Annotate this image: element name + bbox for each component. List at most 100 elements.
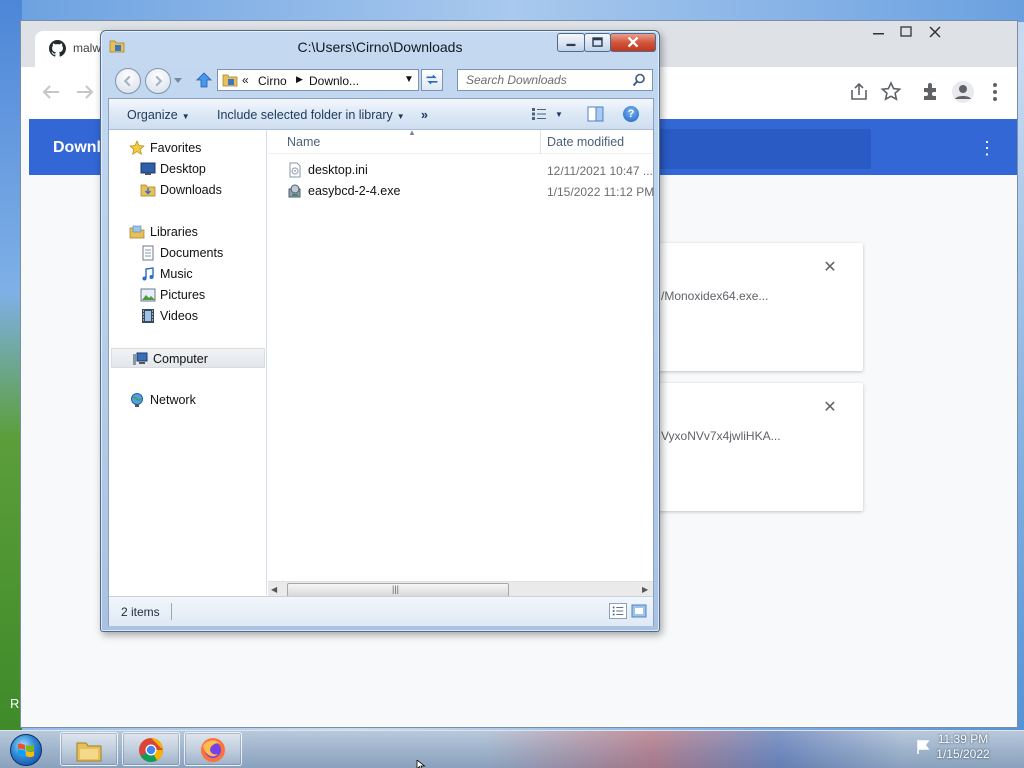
minimize-button[interactable] xyxy=(557,33,585,52)
more-commands-button[interactable]: » xyxy=(421,108,428,122)
file-name: easybcd-2-4.exe xyxy=(308,184,401,198)
breadcrumb-separator-icon[interactable]: ▶ xyxy=(296,74,303,85)
change-view-icon[interactable] xyxy=(531,107,547,121)
download-url[interactable]: VyxoNVv7x4jwliHKA... xyxy=(661,429,781,443)
item-count: 2 items xyxy=(121,605,160,619)
close-icon[interactable]: ✕ xyxy=(821,399,839,417)
network-globe-icon xyxy=(131,393,143,407)
scroll-right-icon[interactable]: ▶ xyxy=(642,585,648,594)
column-header-name[interactable]: Name xyxy=(287,135,320,149)
status-bar: 2 items xyxy=(109,596,653,626)
libraries-icon xyxy=(129,225,145,239)
tree-item-pictures[interactable]: Pictures xyxy=(109,285,265,305)
tree-item-label: Pictures xyxy=(160,288,206,302)
file-date-modified: 1/15/2022 11:12 PM xyxy=(547,185,655,199)
tree-item-documents[interactable]: Documents xyxy=(109,243,265,263)
tree-item-desktop[interactable]: Desktop xyxy=(109,159,265,179)
download-url[interactable]: /Monoxidex64.exe... xyxy=(661,289,768,303)
desktop-wallpaper xyxy=(0,0,1024,22)
taskbar-chrome-button[interactable] xyxy=(122,732,180,766)
mouse-cursor-icon xyxy=(416,760,426,768)
forward-arrow-icon[interactable] xyxy=(73,80,97,104)
tree-item-music[interactable]: Music xyxy=(109,264,265,284)
tree-item-favorites[interactable]: Favorites xyxy=(109,138,265,158)
scroll-left-icon[interactable]: ◀ xyxy=(271,585,277,594)
navigation-bar: « Cirno ▶ Downlo... ▼ xyxy=(101,65,659,95)
extensions-puzzle-icon[interactable] xyxy=(919,80,943,104)
navigation-pane: Favorites Desktop Downloads Libraries Do… xyxy=(109,130,267,595)
details-view-icon[interactable] xyxy=(609,603,627,619)
downloads-page-title: Downl xyxy=(53,139,101,156)
forward-button[interactable] xyxy=(145,68,171,94)
breadcrumb-segment[interactable]: Cirno xyxy=(258,74,287,88)
file-explorer-icon xyxy=(76,742,102,762)
column-header-date-modified[interactable]: Date modified xyxy=(547,135,624,149)
organize-label: Organize xyxy=(127,108,178,122)
chrome-icon xyxy=(139,738,163,763)
column-divider[interactable] xyxy=(540,130,541,154)
tree-item-network[interactable]: Network xyxy=(109,390,265,410)
share-icon[interactable] xyxy=(847,80,871,104)
chevron-down-icon: ▼ xyxy=(181,112,190,121)
refresh-button[interactable] xyxy=(421,69,443,91)
chrome-menu-kebab-icon[interactable] xyxy=(983,80,1007,104)
star-bookmark-icon[interactable] xyxy=(879,80,903,104)
tree-item-videos[interactable]: Videos xyxy=(109,306,265,326)
search-icon[interactable] xyxy=(632,73,646,87)
maximize-button[interactable] xyxy=(584,33,611,52)
profile-avatar-icon[interactable] xyxy=(951,80,975,104)
organize-menu[interactable]: Organize ▼ xyxy=(127,108,190,122)
downloads-search-field[interactable] xyxy=(629,129,871,169)
help-icon[interactable]: ? xyxy=(623,106,639,122)
taskbar-explorer-button[interactable] xyxy=(60,732,118,766)
search-input[interactable] xyxy=(458,70,628,90)
close-button[interactable] xyxy=(610,33,656,52)
tree-item-label: Network xyxy=(150,393,196,407)
desktop-icon xyxy=(140,162,156,175)
scrollbar-thumb[interactable]: ||| xyxy=(287,583,509,597)
up-one-level-icon[interactable] xyxy=(195,71,213,89)
address-bar[interactable]: « Cirno ▶ Downlo... ▼ xyxy=(217,69,419,91)
tree-item-label: Downloads xyxy=(160,183,222,197)
tree-item-downloads[interactable]: Downloads xyxy=(109,180,265,200)
firefox-icon xyxy=(201,738,225,762)
back-button[interactable] xyxy=(115,68,141,94)
star-icon xyxy=(129,140,145,156)
sort-ascending-icon: ▲ xyxy=(408,128,416,137)
tree-item-label: Computer xyxy=(153,352,208,366)
include-label: Include selected folder in library xyxy=(217,108,393,122)
tree-item-libraries[interactable]: Libraries xyxy=(109,222,265,242)
tree-item-computer[interactable]: Computer xyxy=(111,348,265,368)
system-clock[interactable]: 11:39 PM 1/15/2022 xyxy=(928,732,998,762)
back-arrow-icon[interactable] xyxy=(39,80,63,104)
close-icon[interactable]: ✕ xyxy=(821,259,839,277)
recent-pages-dropdown-icon[interactable] xyxy=(174,76,182,84)
explorer-content: Organize ▼ Include selected folder in lib… xyxy=(108,98,654,626)
explorer-window: C:\Users\Cirno\Downloads « Cirno ▶ Downl… xyxy=(100,30,660,632)
search-box xyxy=(457,69,653,91)
chrome-close-button[interactable] xyxy=(919,21,951,43)
clock-time: 11:39 PM xyxy=(937,732,989,746)
chrome-tab-title: malw xyxy=(73,41,102,55)
taskbar-firefox-button[interactable] xyxy=(184,732,242,766)
downloads-folder-icon xyxy=(140,184,156,197)
preview-pane-icon[interactable] xyxy=(587,106,604,122)
downloads-menu-icon[interactable]: ⋮ xyxy=(975,137,999,161)
pictures-icon xyxy=(140,288,156,302)
column-headers: Name ▲ Date modified xyxy=(268,128,653,154)
desktop-wallpaper-edge xyxy=(0,0,22,730)
file-row[interactable]: easybcd-2-4.exe 1/15/2022 11:12 PM xyxy=(268,181,655,202)
breadcrumb-overflow[interactable]: « xyxy=(242,73,249,87)
music-note-icon xyxy=(142,267,154,281)
divider xyxy=(171,603,172,620)
video-film-icon xyxy=(142,309,154,323)
view-options-dropdown-icon[interactable]: ▼ xyxy=(555,110,563,119)
computer-icon xyxy=(133,352,148,365)
clock-date: 1/15/2022 xyxy=(936,747,990,761)
address-dropdown-icon[interactable]: ▼ xyxy=(404,74,414,85)
breadcrumb-segment[interactable]: Downlo... xyxy=(309,74,359,88)
large-icons-view-icon[interactable] xyxy=(631,603,647,619)
include-in-library-menu[interactable]: Include selected folder in library ▼ xyxy=(217,108,405,122)
tree-item-label: Music xyxy=(160,267,193,281)
file-row[interactable]: desktop.ini 12/11/2021 10:47 ... xyxy=(268,160,653,181)
